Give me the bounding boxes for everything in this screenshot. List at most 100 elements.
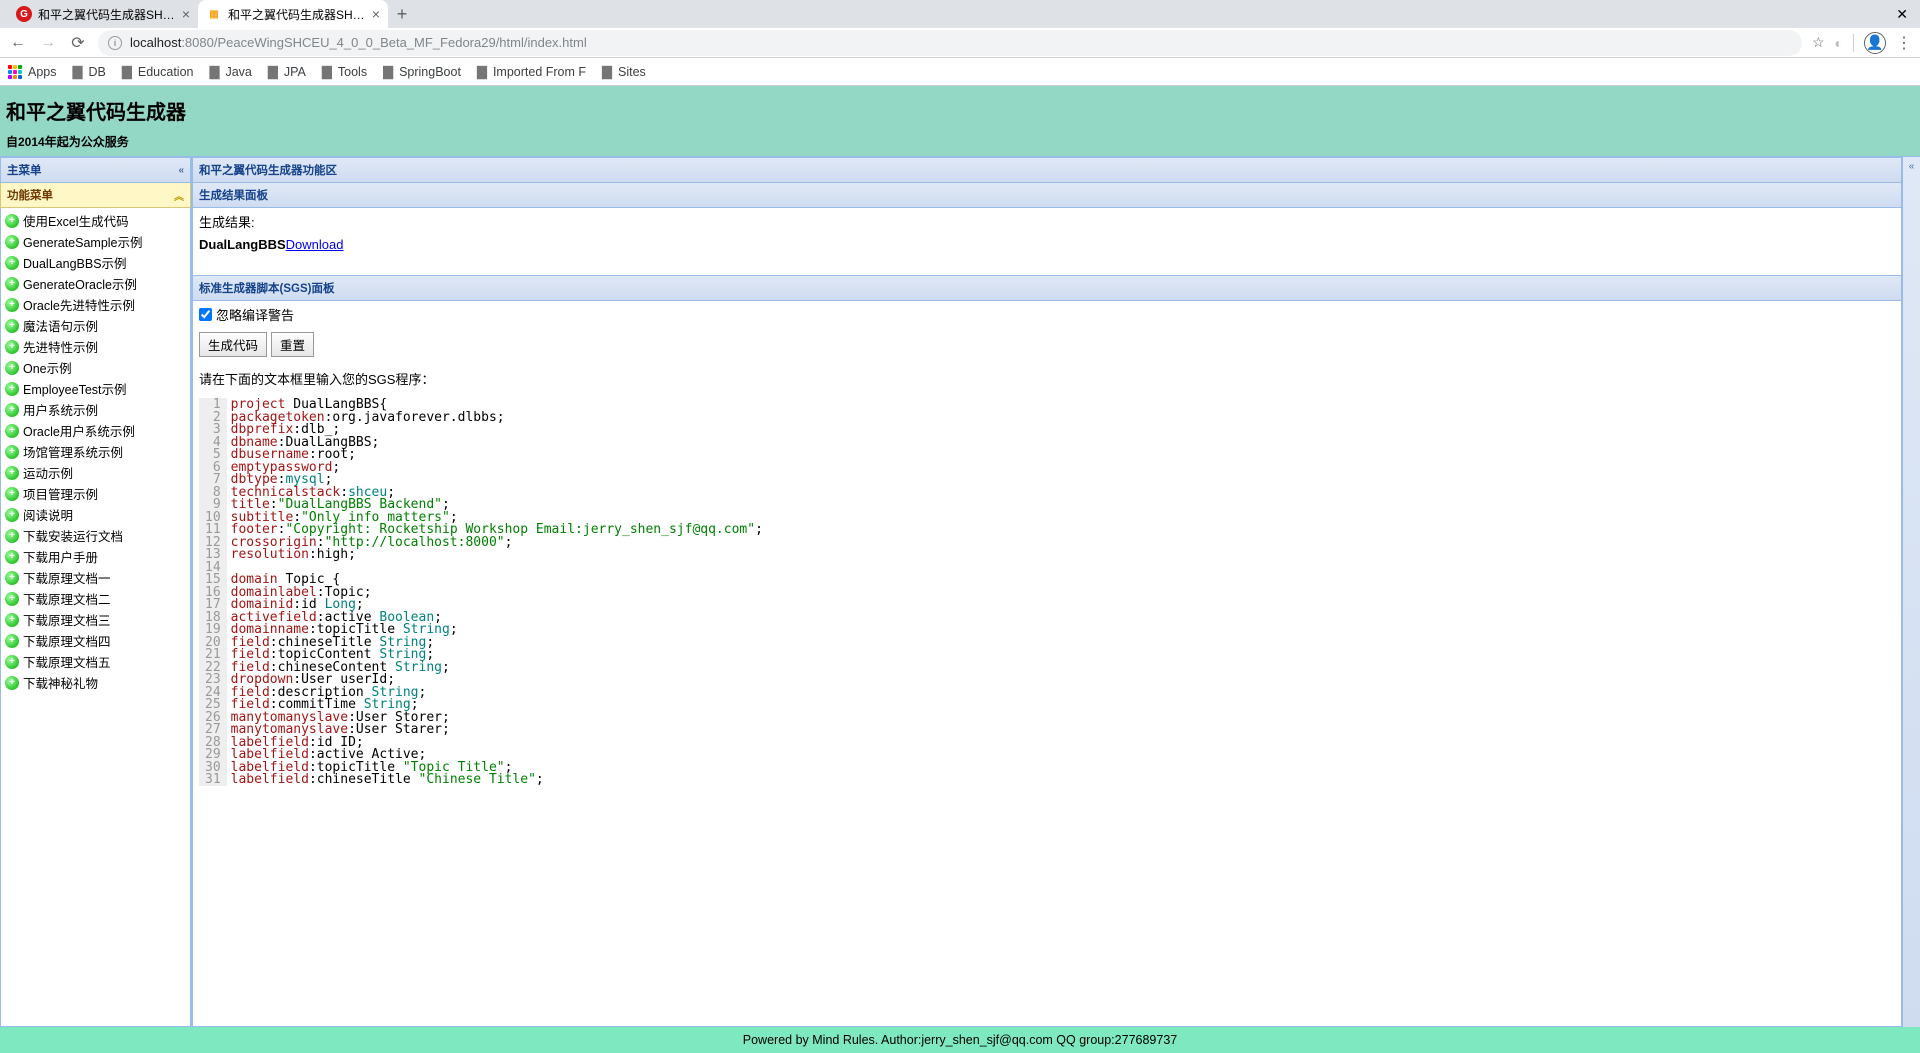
bookmark-folder[interactable]: ▇Sites	[602, 64, 646, 80]
bookmark-folder[interactable]: ▇DB	[73, 64, 106, 80]
window-close-button[interactable]: ✕	[1896, 6, 1908, 23]
menu-item[interactable]: +用户系统示例	[1, 399, 190, 420]
plus-circle-icon: +	[5, 550, 19, 564]
chevron-up-icon: ︽	[174, 188, 184, 203]
bookmark-folder[interactable]: ▇JPA	[268, 64, 306, 80]
browser-tab[interactable]: ▦和平之翼代码生成器SHCE...×	[198, 0, 388, 28]
chrome-menu-button[interactable]: ⋮	[1896, 33, 1912, 53]
bookmark-folder[interactable]: ▇Education	[122, 64, 194, 80]
app-title: 和平之翼代码生成器	[6, 96, 1914, 125]
menu-item[interactable]: +运动示例	[1, 462, 190, 483]
function-menu-header[interactable]: 功能菜单 ︽	[0, 183, 191, 208]
reset-button[interactable]: 重置	[271, 332, 314, 357]
apps-icon	[8, 65, 22, 79]
tab-title: 和平之翼代码生成器SHCE...	[228, 6, 366, 23]
right-collapsed-panel[interactable]: «	[1902, 157, 1920, 1027]
menu-item-label: 下载用户手册	[23, 547, 98, 566]
site-info-icon[interactable]: i	[108, 36, 122, 50]
menu-item-label: 项目管理示例	[23, 484, 98, 503]
bookmark-folder[interactable]: ▇SpringBoot	[383, 64, 461, 80]
menu-item-label: 使用Excel生成代码	[23, 211, 129, 230]
collapse-right-icon[interactable]: «	[1909, 161, 1915, 172]
browser-chrome: G和平之翼代码生成器SHCE...×▦和平之翼代码生成器SHCE...× + ✕…	[0, 0, 1920, 86]
menu-item[interactable]: +Oracle先进特性示例	[1, 294, 190, 315]
bookmark-star-icon[interactable]: ☆	[1812, 34, 1825, 51]
code-editor[interactable]: 1234567891011121314151617181920212223242…	[199, 398, 1895, 786]
plus-circle-icon: +	[5, 424, 19, 438]
ignore-warnings-checkbox[interactable]	[199, 308, 212, 321]
forward-button[interactable]: →	[38, 34, 58, 52]
back-button[interactable]: ←	[8, 34, 28, 52]
menu-item[interactable]: + 使用Excel生成代码	[1, 210, 190, 231]
profile-avatar[interactable]: 👤	[1864, 32, 1886, 54]
plus-circle-icon: +	[5, 256, 19, 270]
plus-circle-icon: +	[5, 340, 19, 354]
sgs-scroll-area[interactable]: 忽略编译警告 生成代码 重置 请在下面的文本框里输入您的SGS程序： 12345…	[193, 301, 1901, 1026]
plus-circle-icon: +	[5, 487, 19, 501]
plus-circle-icon: +	[5, 319, 19, 333]
main-menu-header[interactable]: 主菜单 «	[0, 157, 191, 183]
menu-item-label: DualLangBBS示例	[23, 253, 127, 272]
menu-item[interactable]: +下载安装运行文档	[1, 525, 190, 546]
menu-item-label: GenerateOracle示例	[23, 274, 137, 293]
bookmark-folder[interactable]: ▇Java	[209, 64, 251, 80]
menu-item[interactable]: +魔法语句示例	[1, 315, 190, 336]
ignore-warnings-label: 忽略编译警告	[216, 305, 294, 324]
app-root: 和平之翼代码生成器 自2014年起为公众服务 主菜单 « 功能菜单 ︽ + 使用E…	[0, 86, 1920, 1053]
apps-shortcut[interactable]: Apps	[8, 65, 57, 79]
tab-close-icon[interactable]: ×	[182, 6, 190, 22]
line-gutter: 1234567891011121314151617181920212223242…	[199, 398, 227, 786]
browser-tab[interactable]: G和平之翼代码生成器SHCE...×	[8, 0, 198, 28]
menu-item[interactable]: +下载原理文档一	[1, 567, 190, 588]
menu-item[interactable]: +下载原理文档四	[1, 630, 190, 651]
bookmark-folder[interactable]: ▇Imported From F	[477, 64, 586, 80]
menu-item-label: 下载原理文档四	[23, 631, 111, 650]
menu-item[interactable]: +GenerateSample示例	[1, 231, 190, 252]
menu-item[interactable]: +阅读说明	[1, 504, 190, 525]
menu-item-label: EmployeeTest示例	[23, 379, 127, 398]
folder-icon: ▇	[73, 64, 83, 80]
generate-button[interactable]: 生成代码	[199, 332, 267, 357]
menu-item[interactable]: + 下载用户手册	[1, 546, 190, 567]
function-menu-list: +使用Excel生成代码+GenerateSample示例+DualLangBB…	[0, 208, 191, 1027]
menu-item-label: 运动示例	[23, 463, 73, 482]
code-body[interactable]: project DualLangBBS{packagetoken:org.jav…	[227, 398, 763, 786]
plus-circle-icon: +	[5, 592, 19, 606]
plus-circle-icon: +	[5, 403, 19, 417]
menu-item[interactable]: +下载神秘礼物	[1, 672, 190, 693]
menu-item[interactable]: + Oracle用户系统示例	[1, 420, 190, 441]
menu-item[interactable]: +场馆管理系统示例	[1, 441, 190, 462]
menu-item-label: Oracle用户系统示例	[23, 421, 135, 440]
result-panel-header: 生成结果面板	[192, 183, 1902, 208]
menu-item[interactable]: + 项目管理示例	[1, 483, 190, 504]
menu-item[interactable]: +GenerateOracle示例	[1, 273, 190, 294]
address-bar: ← → ⟳ i localhost:8080/PeaceWingSHCEU_4_…	[0, 28, 1920, 58]
menu-item[interactable]: +下载原理文档五	[1, 651, 190, 672]
menu-item-label: 阅读说明	[23, 505, 73, 524]
folder-icon: ▇	[268, 64, 278, 80]
plus-circle-icon: +	[5, 214, 19, 228]
ignore-warnings-row: 忽略编译警告	[199, 305, 1895, 324]
menu-item[interactable]: +One示例	[1, 357, 190, 378]
favicon: G	[16, 6, 32, 22]
tab-close-icon[interactable]: ×	[372, 6, 380, 22]
download-link[interactable]: Download	[286, 237, 344, 252]
menu-item[interactable]: +先进特性示例	[1, 336, 190, 357]
result-line: DualLangBBSDownload	[199, 237, 1895, 252]
region-header: 和平之翼代码生成器功能区	[192, 157, 1902, 183]
reload-button[interactable]: ⟳	[68, 33, 88, 53]
menu-item[interactable]: +下载原理文档二	[1, 588, 190, 609]
collapse-left-icon[interactable]: «	[178, 165, 184, 176]
plus-circle-icon: +	[5, 235, 19, 249]
app-header: 和平之翼代码生成器 自2014年起为公众服务	[0, 86, 1920, 156]
new-tab-button[interactable]: +	[388, 4, 416, 25]
menu-item[interactable]: +EmployeeTest示例	[1, 378, 190, 399]
result-panel: 生成结果面板 生成结果: DualLangBBSDownload	[192, 183, 1902, 276]
extension-icon[interactable]: ◐	[1835, 35, 1843, 51]
menu-item[interactable]: +下载原理文档三	[1, 609, 190, 630]
bookmark-folder[interactable]: ▇Tools	[322, 64, 367, 80]
url-text: localhost:8080/PeaceWingSHCEU_4_0_0_Beta…	[130, 35, 587, 50]
menu-item-label: 下载原理文档五	[23, 652, 111, 671]
menu-item[interactable]: + DualLangBBS示例	[1, 252, 190, 273]
url-input[interactable]: i localhost:8080/PeaceWingSHCEU_4_0_0_Be…	[98, 30, 1802, 56]
